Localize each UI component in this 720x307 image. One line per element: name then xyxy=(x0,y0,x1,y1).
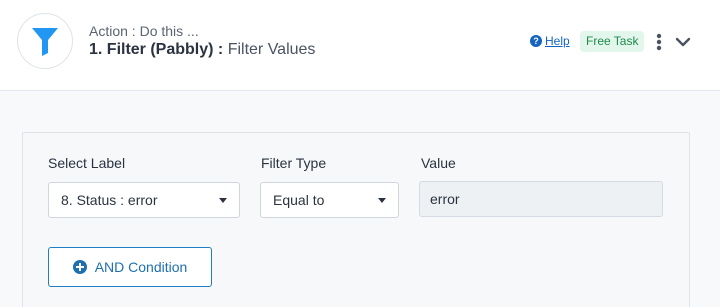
select-label-heading: Select Label xyxy=(48,155,126,171)
collapse-step-button[interactable] xyxy=(673,32,693,52)
select-label-dropdown[interactable]: 8. Status : error xyxy=(48,182,240,218)
step-title-app: 1. Filter (Pabbly) xyxy=(89,41,214,58)
filter-funnel-icon xyxy=(32,28,58,56)
step-subtitle: Action : Do this ... xyxy=(89,23,199,39)
and-condition-label: AND Condition xyxy=(94,259,188,275)
kebab-menu-icon xyxy=(656,33,662,51)
free-task-badge: Free Task xyxy=(580,31,645,52)
caret-down-icon xyxy=(378,198,386,203)
step-title-separator: : xyxy=(213,41,228,58)
help-question-icon: ? xyxy=(530,35,542,47)
page: Action : Do this ... 1. Filter (Pabbly) … xyxy=(0,0,720,307)
help-label: Help xyxy=(545,34,570,48)
step-title-action: Filter Values xyxy=(227,41,316,58)
and-condition-button[interactable]: AND Condition xyxy=(48,247,212,287)
value-heading: Value xyxy=(421,155,456,171)
caret-down-icon xyxy=(219,198,227,203)
chevron-down-icon xyxy=(675,37,691,47)
step-header: Action : Do this ... 1. Filter (Pabbly) … xyxy=(0,0,720,91)
filter-type-value: Equal to xyxy=(273,192,325,208)
value-input[interactable] xyxy=(419,181,663,217)
filter-type-heading: Filter Type xyxy=(261,155,327,171)
filter-conditions-card: Select Label Filter Type Value 8. Status… xyxy=(22,132,690,307)
step-title: 1. Filter (Pabbly) : Filter Values xyxy=(89,41,315,59)
plus-circle-icon xyxy=(72,260,87,274)
more-options-button[interactable] xyxy=(652,32,666,52)
help-link[interactable]: ? Help xyxy=(530,34,570,48)
filter-type-dropdown[interactable]: Equal to xyxy=(260,182,399,218)
select-label-value: 8. Status : error xyxy=(61,192,158,208)
step-icon-badge xyxy=(17,13,73,69)
